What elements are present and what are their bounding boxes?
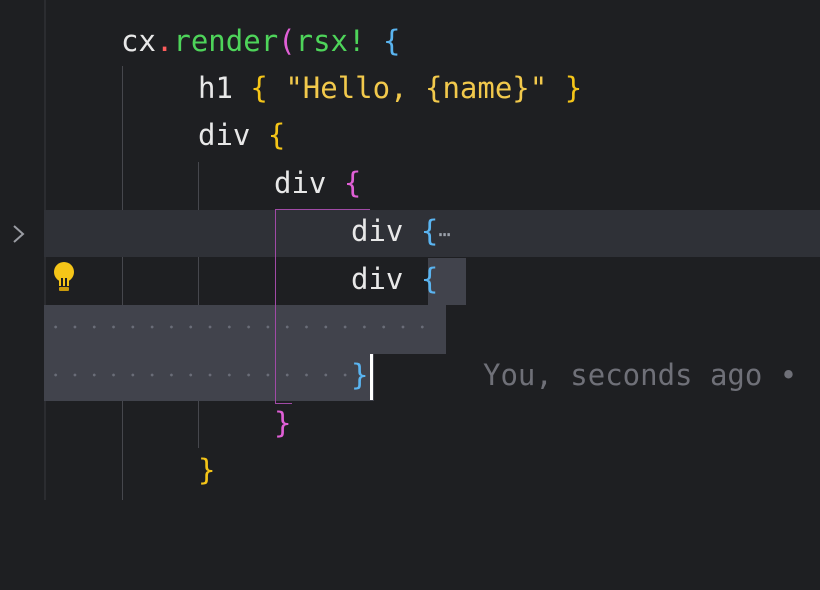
- code-line[interactable]: div {⋯: [0, 207, 820, 255]
- text-cursor: [370, 354, 373, 400]
- close-brace: }: [274, 406, 292, 440]
- open-brace: {: [420, 262, 439, 296]
- whitespace-dots: [46, 324, 426, 330]
- open-brace: {: [343, 166, 362, 200]
- tag-name: div: [351, 262, 404, 296]
- tag-name: div: [351, 214, 404, 248]
- inline-blame: You, seconds ago •: [483, 358, 798, 392]
- code-line[interactable]: }: [0, 446, 820, 494]
- code-line[interactable]: cx.render(rsx! {: [0, 17, 820, 65]
- identifier: cx: [121, 24, 156, 58]
- open-brace: {: [382, 24, 401, 58]
- macro-name: rsx!: [295, 24, 366, 58]
- fold-ellipsis-icon[interactable]: ⋯: [438, 222, 450, 246]
- code-line[interactable]: div {: [0, 159, 820, 207]
- tag-name: div: [198, 118, 251, 152]
- method-name: render: [173, 24, 279, 58]
- open-brace: {: [250, 71, 268, 105]
- code-line[interactable]: }: [0, 399, 820, 447]
- tag-name: h1: [198, 71, 233, 105]
- close-brace: }: [198, 453, 216, 487]
- code-line[interactable]: div {: [0, 255, 820, 303]
- close-brace: }: [564, 71, 583, 105]
- code-line[interactable]: div {: [0, 111, 820, 159]
- open-brace: {: [420, 214, 439, 248]
- open-brace: {: [267, 118, 286, 152]
- close-brace: }: [351, 358, 369, 392]
- code-line[interactable]: h1 { "Hello, {name}" }: [0, 64, 820, 112]
- string-literal: "Hello, {name}": [285, 71, 548, 105]
- code-line[interactable]: } You, seconds ago •: [0, 351, 820, 399]
- member-dot: .: [155, 24, 174, 58]
- open-paren: (: [278, 24, 296, 58]
- tag-name: div: [274, 166, 327, 200]
